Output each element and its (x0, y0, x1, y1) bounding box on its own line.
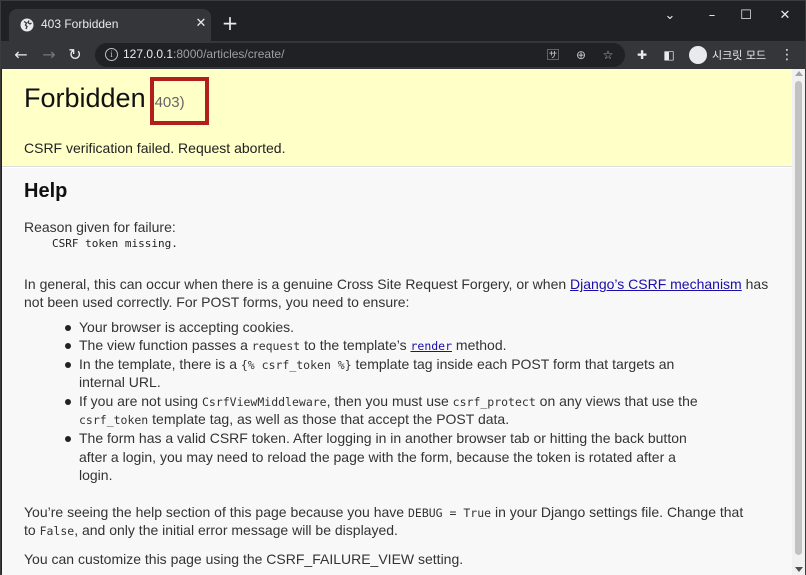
maximize-button[interactable]: ☐ (734, 7, 758, 25)
list-item: Your browser is accepting cookies. (79, 319, 295, 335)
tab-strip: 403 Forbidden ✕ + ⌄ – ☐ ✕ (1, 1, 805, 41)
page-viewport: Forbidden (403) CSRF verification failed.… (2, 69, 792, 575)
render-link[interactable]: render (410, 339, 452, 353)
new-tab-button[interactable]: + (219, 13, 241, 35)
tab-close-icon[interactable]: ✕ (193, 16, 209, 32)
django-csrf-link[interactable]: Django’s CSRF mechanism (570, 276, 742, 292)
minimize-button[interactable]: – (700, 7, 724, 25)
forward-arrow-icon[interactable]: → (38, 44, 60, 66)
scroll-down-arrow-icon[interactable] (795, 567, 803, 572)
scroll-up-arrow-icon[interactable] (795, 71, 803, 76)
browser-window: 403 Forbidden ✕ + ⌄ – ☐ ✕ ← → ↻ i 127.0.… (0, 0, 806, 575)
bullet (65, 399, 71, 405)
incognito-label: 시크릿 모드 (712, 49, 767, 62)
debug-paragraph-line1: You’re seeing the help section of this p… (24, 504, 744, 520)
browser-menu-icon[interactable]: ⋮ (779, 45, 795, 65)
bullet (65, 436, 71, 442)
tab-search-chevron-icon[interactable]: ⌄ (658, 7, 682, 25)
list-item: The form has a valid CSRF token. After l… (79, 430, 687, 446)
vertical-scrollbar[interactable] (792, 69, 805, 575)
error-message: CSRF verification failed. Request aborte… (24, 140, 286, 156)
side-panel-icon[interactable]: ◧ (661, 47, 677, 63)
help-heading: Help (24, 180, 68, 202)
zoom-icon[interactable]: ⊕ (573, 47, 589, 63)
bullet (65, 325, 71, 331)
incognito-icon (689, 46, 707, 64)
help-section: Help Reason given for failure: CSRF toke… (2, 168, 792, 575)
globe-icon (20, 18, 34, 32)
list-item-continued: csrf_token template tag, as well as thos… (79, 411, 510, 427)
tab-title: 403 Forbidden (41, 17, 119, 31)
address-bar[interactable]: i 127.0.0.1:8000/articles/create/ 🈂 ⊕ ☆ (95, 43, 625, 67)
customize-paragraph: You can customize this page using the CS… (24, 551, 464, 567)
list-item: In the template, there is a {% csrf_toke… (79, 356, 675, 372)
list-item: The view function passes a request to th… (79, 337, 507, 353)
debug-paragraph-line2: to False, and only the initial error mes… (24, 522, 398, 538)
extensions-puzzle-icon[interactable]: ✚ (634, 47, 650, 63)
list-item-continued: internal URL. (79, 374, 161, 390)
bullet (65, 343, 71, 349)
scroll-thumb[interactable] (795, 81, 802, 555)
list-item: If you are not using CsrfViewMiddleware,… (79, 393, 698, 409)
translate-icon[interactable]: 🈂 (545, 47, 561, 63)
intro-paragraph-line2: not been used correctly. For POST forms,… (24, 294, 410, 310)
back-arrow-icon[interactable]: ← (10, 44, 32, 66)
tab-active[interactable]: 403 Forbidden ✕ (9, 9, 211, 41)
browser-toolbar: ← → ↻ i 127.0.0.1:8000/articles/create/ … (1, 41, 805, 69)
address-url[interactable]: 127.0.0.1:8000/articles/create/ (123, 47, 284, 61)
list-item-continued: login. (79, 467, 113, 483)
reload-icon[interactable]: ↻ (64, 44, 86, 66)
list-item-continued: after a login, you may need to reload th… (79, 449, 676, 465)
close-window-button[interactable]: ✕ (773, 7, 797, 25)
incognito-profile-chip[interactable]: 시크릿 모드 (687, 44, 772, 66)
reason-value: CSRF token missing. (52, 237, 178, 250)
intro-paragraph-line1: In general, this can occur when there is… (24, 276, 769, 292)
bullet (65, 362, 71, 368)
bookmark-star-icon[interactable]: ☆ (600, 47, 616, 63)
reason-label: Reason given for failure: (24, 219, 176, 235)
site-info-icon[interactable]: i (105, 48, 118, 61)
annotation-highlight-box (150, 77, 209, 125)
error-summary: Forbidden (403) CSRF verification failed.… (2, 69, 792, 167)
